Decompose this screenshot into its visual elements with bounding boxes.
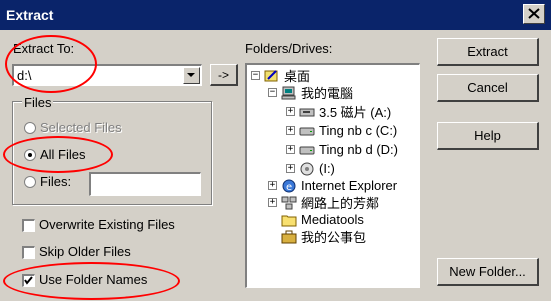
- computer-icon: [281, 86, 296, 99]
- collapse-icon[interactable]: −: [268, 88, 277, 97]
- briefcase-icon: [281, 230, 297, 243]
- extract-to-label: Extract To:: [13, 41, 75, 56]
- desktop-icon: [264, 69, 278, 81]
- window-title: Extract: [6, 7, 54, 23]
- checkmark-icon: [24, 276, 33, 285]
- files-input[interactable]: [89, 172, 201, 196]
- all-files-radio[interactable]: [24, 149, 36, 161]
- use-folder-names-checkbox[interactable]: [22, 274, 35, 287]
- overwrite-checkbox[interactable]: [22, 219, 35, 232]
- tree-item-drive-a[interactable]: + 3.5 磁片 (A:): [286, 103, 391, 120]
- overwrite-label: Overwrite Existing Files: [39, 217, 175, 232]
- files-label: Files:: [40, 174, 72, 189]
- expand-icon[interactable]: +: [286, 126, 295, 135]
- radio-selected-dot: [28, 153, 32, 157]
- tree-item-drive-d[interactable]: + Ting nb d (D:): [286, 141, 398, 158]
- tree-item-drive-c[interactable]: + Ting nb c (C:): [286, 122, 397, 139]
- internet-explorer-icon: e: [282, 179, 296, 193]
- folders-drives-label: Folders/Drives:: [245, 41, 333, 56]
- files-group-label: Files: [22, 95, 54, 110]
- tree-item-internet-explorer[interactable]: + e Internet Explorer: [268, 177, 397, 194]
- network-icon: [281, 196, 297, 209]
- chevron-down-icon: [187, 73, 195, 77]
- title-bar: [0, 0, 551, 30]
- selected-files-label: Selected Files: [40, 120, 122, 135]
- hard-drive-icon: [299, 127, 315, 135]
- skip-older-checkbox[interactable]: [22, 246, 35, 259]
- svg-text:e: e: [286, 182, 292, 193]
- expand-icon[interactable]: +: [286, 107, 295, 116]
- floppy-drive-icon: [299, 108, 315, 116]
- collapse-icon[interactable]: −: [251, 71, 260, 80]
- extract-to-combobox[interactable]: d:\: [12, 64, 202, 86]
- close-icon: [528, 8, 540, 19]
- expand-icon[interactable]: +: [268, 198, 277, 207]
- expand-icon[interactable]: +: [286, 145, 295, 154]
- expand-icon[interactable]: +: [286, 164, 295, 173]
- browse-arrow-button[interactable]: ->: [210, 64, 238, 86]
- tree-item-mediatools[interactable]: Mediatools: [281, 211, 364, 228]
- skip-older-label: Skip Older Files: [39, 244, 131, 259]
- use-folder-names-label: Use Folder Names: [39, 272, 148, 287]
- tree-item-desktop[interactable]: − 桌面: [251, 67, 310, 84]
- extract-button[interactable]: Extract: [437, 38, 539, 66]
- tree-item-network[interactable]: + 網路上的芳鄰: [268, 194, 379, 211]
- tree-item-my-computer[interactable]: − 我的電腦: [268, 84, 353, 101]
- expand-icon[interactable]: +: [268, 181, 277, 190]
- hard-drive-icon: [299, 146, 315, 154]
- extract-to-value[interactable]: d:\: [17, 68, 31, 83]
- selected-files-radio[interactable]: [24, 122, 36, 134]
- close-button[interactable]: [523, 4, 545, 24]
- folders-tree[interactable]: − 桌面 − 我的電腦 + 3.5 磁片 (A:) + Ting nb c (C…: [245, 63, 420, 288]
- tree-item-drive-i[interactable]: + (I:): [286, 160, 335, 177]
- new-folder-button[interactable]: New Folder...: [437, 258, 539, 286]
- folder-icon: [281, 215, 297, 226]
- tree-item-briefcase[interactable]: 我的公事包: [281, 228, 366, 245]
- all-files-label: All Files: [40, 147, 86, 162]
- cd-drive-icon: [300, 162, 314, 175]
- help-button[interactable]: Help: [437, 122, 539, 150]
- files-radio[interactable]: [24, 176, 36, 188]
- cancel-button[interactable]: Cancel: [437, 74, 539, 102]
- combo-dropdown-button[interactable]: [183, 67, 200, 84]
